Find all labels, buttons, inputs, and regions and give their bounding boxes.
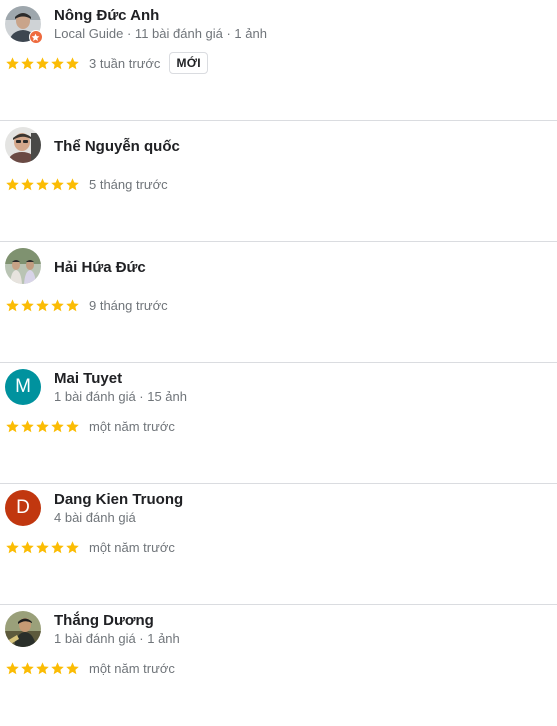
star-icon <box>35 661 50 676</box>
star-icon <box>50 177 65 192</box>
review-item: M Mai Tuyet 1 bài đánh giá · 15 ảnh một … <box>0 363 557 484</box>
star-icon <box>20 419 35 434</box>
star-icon <box>65 298 80 313</box>
star-icon <box>65 540 80 555</box>
review-item: Thể Nguyễn quốc 5 tháng trước <box>0 121 557 242</box>
star-icon <box>20 540 35 555</box>
star-icon <box>50 298 65 313</box>
reviewer-avatar[interactable] <box>5 248 41 284</box>
star-icon <box>65 419 80 434</box>
star-icon <box>5 419 20 434</box>
reviewer-meta: Local Guide · 11 bài đánh giá · 1 ảnh <box>54 26 267 41</box>
review-date: 5 tháng trước <box>89 176 168 192</box>
reviewer-name[interactable]: Hải Hứa Đức <box>54 259 146 276</box>
user-photo-icon <box>5 248 41 284</box>
rating-row: 5 tháng trước <box>5 174 168 194</box>
star-rating <box>5 177 80 192</box>
new-badge: MỚI <box>169 52 208 74</box>
star-rating <box>5 56 80 71</box>
rating-row: 3 tuần trước MỚI <box>5 52 208 74</box>
star-icon <box>5 540 20 555</box>
review-item: Hải Hứa Đức 9 tháng trước <box>0 242 557 363</box>
rating-row: 9 tháng trước <box>5 295 168 315</box>
star-icon <box>65 177 80 192</box>
avatar-letter: D <box>5 490 41 526</box>
star-icon <box>65 661 80 676</box>
reviewer-meta: 4 bài đánh giá <box>54 510 136 525</box>
review-date: 9 tháng trước <box>89 297 168 313</box>
avatar-letter: M <box>5 369 41 405</box>
reviewer-avatar[interactable] <box>5 127 41 163</box>
user-photo-icon <box>5 611 41 647</box>
star-icon <box>35 298 50 313</box>
reviewer-avatar[interactable]: D <box>5 490 41 526</box>
reviewer-name[interactable]: Dang Kien Truong <box>54 491 183 508</box>
star-rating <box>5 540 80 555</box>
reviewer-name[interactable]: Nông Đức Anh <box>54 7 159 24</box>
review-date: 3 tuần trước <box>89 55 161 71</box>
star-icon <box>35 419 50 434</box>
star-icon <box>35 177 50 192</box>
star-rating <box>5 298 80 313</box>
star-icon <box>50 419 65 434</box>
reviewer-meta: 1 bài đánh giá · 15 ảnh <box>54 389 187 404</box>
review-date: một năm trước <box>89 418 175 434</box>
star-icon <box>35 56 50 71</box>
star-icon <box>50 56 65 71</box>
star-icon <box>5 298 20 313</box>
star-icon <box>5 56 20 71</box>
star-icon <box>20 298 35 313</box>
rating-row: một năm trước <box>5 658 175 678</box>
star-icon <box>5 661 20 676</box>
reviewer-avatar[interactable] <box>5 6 43 44</box>
star-icon <box>65 56 80 71</box>
star-icon <box>35 540 50 555</box>
reviewer-name[interactable]: Thắng Dương <box>54 612 154 629</box>
star-rating <box>5 661 80 676</box>
star-rating <box>5 419 80 434</box>
star-icon <box>50 661 65 676</box>
review-date: một năm trước <box>89 660 175 676</box>
rating-row: một năm trước <box>5 537 175 557</box>
rating-row: một năm trước <box>5 416 175 436</box>
star-icon <box>50 540 65 555</box>
reviewer-name[interactable]: Mai Tuyet <box>54 370 122 387</box>
review-item: D Dang Kien Truong 4 bài đánh giá một nă… <box>0 484 557 605</box>
reviewer-meta: 1 bài đánh giá · 1 ảnh <box>54 631 180 646</box>
star-icon <box>20 56 35 71</box>
review-item: Thắng Dương 1 bài đánh giá · 1 ảnh một n… <box>0 605 557 726</box>
star-icon <box>5 177 20 192</box>
review-item: Nông Đức Anh Local Guide · 11 bài đánh g… <box>0 0 557 121</box>
user-photo-icon <box>5 127 41 163</box>
reviewer-avatar[interactable]: M <box>5 369 41 405</box>
star-icon <box>20 177 35 192</box>
review-date: một năm trước <box>89 539 175 555</box>
reviewer-avatar[interactable] <box>5 611 41 647</box>
reviews-list: Nông Đức Anh Local Guide · 11 bài đánh g… <box>0 0 557 726</box>
star-icon <box>20 661 35 676</box>
reviewer-name[interactable]: Thể Nguyễn quốc <box>54 138 180 155</box>
local-guide-star-icon <box>29 30 43 44</box>
